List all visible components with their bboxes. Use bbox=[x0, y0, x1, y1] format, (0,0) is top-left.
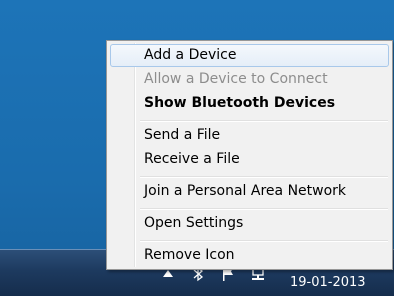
menu-item-show-bluetooth-devices[interactable]: Show Bluetooth Devices bbox=[110, 92, 389, 115]
menu-item-send-file[interactable]: Send a File bbox=[110, 124, 389, 147]
menu-item-join-personal-area-network[interactable]: Join a Personal Area Network bbox=[110, 180, 389, 203]
menu-item-receive-file[interactable]: Receive a File bbox=[110, 148, 389, 171]
menu-separator bbox=[140, 176, 388, 178]
menu-separator bbox=[140, 208, 388, 210]
menu-separator bbox=[140, 240, 388, 242]
taskbar-clock-date[interactable]: 19-01-2013 bbox=[290, 275, 370, 293]
menu-item-remove-icon[interactable]: Remove Icon bbox=[110, 244, 389, 267]
bluetooth-context-menu: Add a Device Allow a Device to Connect S… bbox=[106, 40, 393, 270]
menu-item-add-device[interactable]: Add a Device bbox=[110, 44, 389, 67]
menu-separator bbox=[140, 120, 388, 122]
menu-item-open-settings[interactable]: Open Settings bbox=[110, 212, 389, 235]
menu-item-allow-device-to-connect: Allow a Device to Connect bbox=[144, 71, 328, 87]
